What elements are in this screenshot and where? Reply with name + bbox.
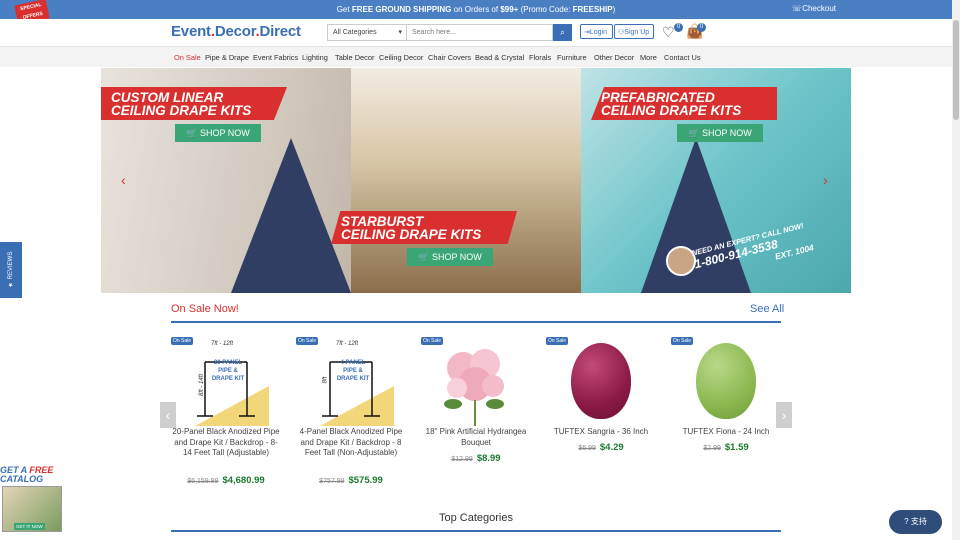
login-button[interactable]: ⇥Login <box>580 24 613 39</box>
product-card[interactable]: On Sale TUFTEX Sangria - 36 Inch $6.99 $4… <box>546 337 656 487</box>
product-price: $12.99 $8.99 <box>451 453 501 464</box>
cart-icon: 🛒 <box>418 252 430 262</box>
product-image <box>433 340 519 426</box>
nav-item-on-sale[interactable]: On Sale <box>174 53 201 62</box>
product-price: $6.99 $4.29 <box>578 442 624 453</box>
product-card[interactable]: On Sale 18" Pink Artificial Hydrangea Bo… <box>421 337 531 487</box>
product-price: $757.99 $575.99 <box>319 475 383 486</box>
product-image <box>683 340 769 426</box>
nav-item-bead-crystal[interactable]: Bead & Crystal <box>475 53 524 62</box>
site-header: Event.Decor.Direct All Categories ▾ Searc… <box>0 19 952 46</box>
phone-icon: ☏ <box>792 4 803 13</box>
nav-item-pipe-drape[interactable]: Pipe & Drape <box>205 53 249 62</box>
search-icon: ⌕ <box>560 28 565 37</box>
shop-now-button[interactable]: 🛒 SHOP NOW <box>407 248 493 266</box>
section-divider <box>171 321 781 323</box>
nav-item-furniture[interactable]: Furniture <box>557 53 587 62</box>
banner-starburst: STARBURST CEILING DRAPE KITS <box>331 211 517 244</box>
shop-now-button[interactable]: 🛒 SHOP NOW <box>677 124 763 142</box>
nav-item-more[interactable]: More <box>640 53 657 62</box>
wishlist-count-badge: 0 <box>674 23 683 32</box>
nav-item-table-decor[interactable]: Table Decor <box>335 53 374 62</box>
promo-bar: Get FREE GROUND SHIPPING on Orders of $9… <box>0 0 952 19</box>
nav-item-event-fabrics[interactable]: Event Fabrics <box>253 53 298 62</box>
product-price: $2.99 $1.59 <box>703 442 749 453</box>
top-categories-title: Top Categories <box>439 512 513 524</box>
product-card[interactable]: On Sale 7ft - 12ft 8ft 4 PANEL PIPE & DR… <box>296 337 406 487</box>
product-card[interactable]: On Sale TUFTEX Fiona - 24 Inch $2.99 $1.5… <box>671 337 781 487</box>
catalog-text: GET A FREE CATALOG <box>0 465 54 484</box>
search-button[interactable]: ⌕ <box>553 24 572 41</box>
product-image-dimension: 7ft - 12ft <box>211 341 234 347</box>
scrollbar-thumb[interactable] <box>953 20 959 120</box>
product-image-dimension: 8ft - 14ft <box>199 373 206 397</box>
product-name[interactable]: TUFTEX Sangria - 36 Inch <box>546 427 656 438</box>
banner-prefabricated: PREFABRICATED CEILING DRAPE KITS <box>591 87 777 120</box>
nav-item-florals[interactable]: Florals <box>529 53 551 62</box>
product-name[interactable]: TUFTEX Fiona - 24 Inch <box>671 427 781 438</box>
signup-button[interactable]: ⚇Sign Up <box>614 24 654 39</box>
nav-item-chair-covers[interactable]: Chair Covers <box>428 53 471 62</box>
nav-item-contact-us[interactable]: Contact Us <box>664 53 701 62</box>
cart-count-badge: 0 <box>697 23 706 32</box>
product-name[interactable]: 18" Pink Artificial Hydrangea Bouquet <box>421 427 531 448</box>
product-name[interactable]: 4-Panel Black Anodized Pipe and Drape Ki… <box>296 427 406 459</box>
chevron-left-icon[interactable]: ‹ <box>121 172 126 188</box>
page-scrollbar[interactable] <box>952 0 960 540</box>
section-divider <box>171 530 781 532</box>
product-image <box>183 340 269 426</box>
category-select[interactable]: All Categories ▾ <box>327 24 407 41</box>
hero-carousel[interactable]: CUSTOM LINEAR CEILING DRAPE KITS 🛒 SHOP N… <box>101 68 851 293</box>
nav-item-ceiling-decor[interactable]: Ceiling Decor <box>379 53 423 62</box>
reviews-tab[interactable]: ★ REVIEWS <box>0 242 22 298</box>
chevron-left-icon: ‹ <box>165 407 171 423</box>
shop-now-button[interactable]: 🛒 SHOP NOW <box>175 124 261 142</box>
product-image <box>558 340 644 426</box>
product-image-dimension: 8ft <box>322 376 329 384</box>
checkout-link[interactable]: Checkout <box>802 4 836 13</box>
product-card[interactable]: On Sale 7ft - 12ft 8ft - 14ft 20 PANEL P… <box>171 337 281 487</box>
nav-item-other-decor[interactable]: Other Decor <box>594 53 634 62</box>
product-image <box>308 340 394 426</box>
hero-decor-triangle <box>231 138 351 293</box>
site-logo[interactable]: Event.Decor.Direct <box>171 23 301 40</box>
nav-item-lighting[interactable]: Lighting <box>302 53 328 62</box>
product-image-label: 4 PANEL PIPE & DRAPE KIT <box>336 360 370 382</box>
help-button[interactable]: ? 支持 <box>889 510 942 534</box>
cart-icon: 🛒 <box>688 128 700 138</box>
search-input[interactable]: Search here... <box>407 24 553 41</box>
free-catalog-promo[interactable]: GET A FREE CATALOG GET IT NOW <box>0 466 66 536</box>
question-icon: ? <box>904 517 909 526</box>
section-title: On Sale Now! <box>171 303 239 315</box>
chevron-right-icon: › <box>781 407 787 423</box>
cart-icon: 🛒 <box>186 128 198 138</box>
main-nav: On Sale Pipe & Drape Event Fabrics Light… <box>0 46 952 67</box>
see-all-link[interactable]: See All <box>750 303 784 315</box>
chevron-right-icon[interactable]: › <box>823 172 828 188</box>
chevron-down-icon: ▾ <box>398 29 402 36</box>
product-name[interactable]: 20-Panel Black Anodized Pipe and Drape K… <box>171 427 281 459</box>
banner-custom-linear: CUSTOM LINEAR CEILING DRAPE KITS <box>101 87 287 120</box>
product-image-dimension: 7ft - 12ft <box>336 341 359 347</box>
product-price: $6,159.99 $4,680.99 <box>187 475 265 486</box>
get-catalog-button[interactable]: GET IT NOW <box>14 523 45 530</box>
wishlist-heart-icon[interactable]: ♡ <box>662 24 675 41</box>
product-image-label: 20 PANEL PIPE & DRAPE KIT <box>211 360 245 382</box>
